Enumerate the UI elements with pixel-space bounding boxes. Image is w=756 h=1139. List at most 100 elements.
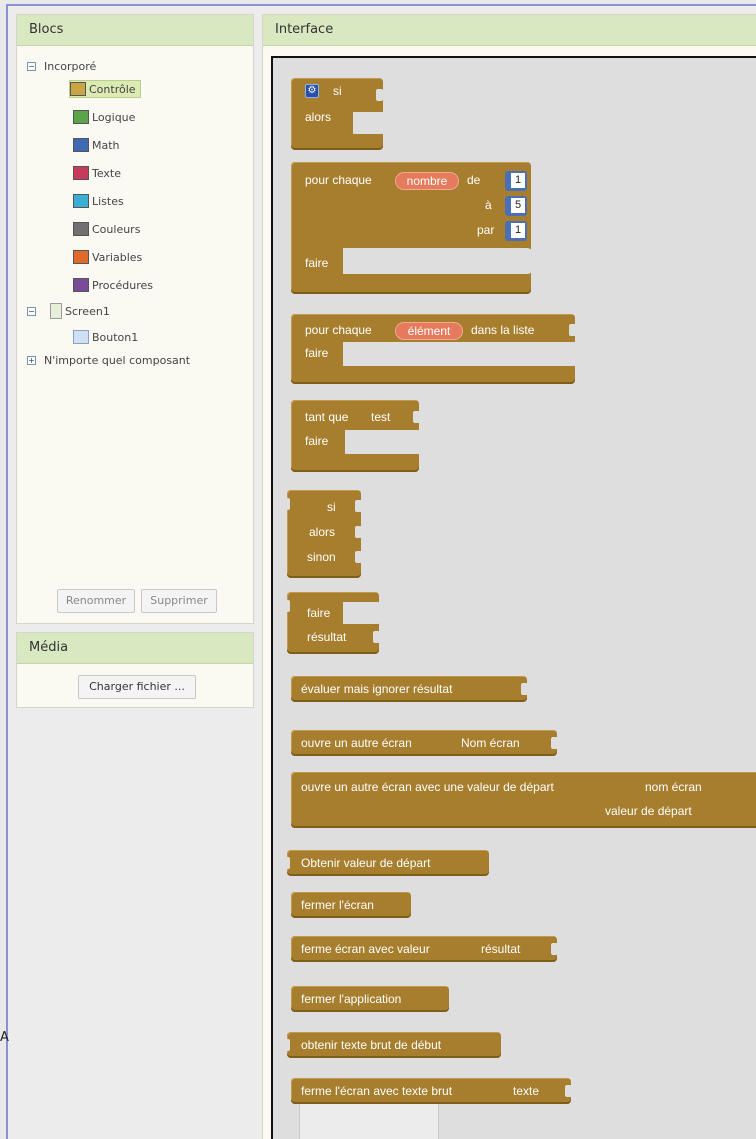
media-panel-header: Média (17, 633, 253, 664)
texte-swatch-icon (73, 166, 89, 180)
block-text: de (467, 173, 481, 187)
block-obtenir-valeur-depart[interactable]: Obtenir valeur de départ (283, 850, 489, 876)
block-si-alors[interactable]: ⚙ si alors (291, 78, 393, 150)
number-value[interactable]: 1 (511, 173, 525, 188)
block-text: alors (309, 525, 336, 539)
block-tant-que[interactable]: tant que test faire (291, 400, 425, 472)
block-text: pour chaque (305, 323, 372, 337)
block-si-sinon-expression[interactable]: si alors sinon (283, 490, 362, 578)
block-faire-resultat[interactable]: faire résultat (283, 592, 383, 654)
category-logique[interactable]: Logique (73, 108, 135, 126)
interface-header: Interface (263, 15, 756, 46)
variable-chip[interactable]: élément (395, 322, 463, 340)
collapse-icon[interactable]: − (27, 306, 36, 316)
block-text: fermer l'écran (301, 898, 374, 912)
category-couleurs[interactable]: Couleurs (73, 220, 140, 238)
button-component-label: Bouton1 (92, 330, 139, 344)
block-text: fermer l'application (301, 992, 402, 1006)
block-text: obtenir texte brut de début (301, 1038, 442, 1052)
category-label: Variables (92, 250, 143, 264)
expand-icon[interactable]: + (27, 355, 36, 365)
media-panel: Média Charger fichier ... (16, 632, 254, 708)
variable-chip[interactable]: nombre (395, 172, 459, 190)
rename-button[interactable]: Renommer (57, 589, 135, 613)
block-text: faire (305, 256, 329, 270)
number-block[interactable]: 5 (505, 196, 527, 216)
block-pour-chaque-element[interactable]: pour chaque élément dans la liste faire (291, 314, 583, 384)
category-label: Math (92, 138, 120, 152)
listes-swatch-icon (73, 194, 89, 208)
block-text: évaluer mais ignorer résultat (301, 682, 453, 696)
block-text: dans la liste (471, 323, 535, 337)
collapse-icon[interactable]: − (27, 61, 36, 71)
category-variables[interactable]: Variables (73, 248, 142, 266)
input-socket (569, 324, 576, 336)
input-socket (373, 631, 380, 643)
block-ouvre-ecran-valeur[interactable]: ouvre un autre écran avec une valeur de … (291, 772, 756, 828)
statement-slot (343, 248, 533, 274)
delete-button[interactable]: Supprimer (141, 589, 217, 613)
block-text: si (327, 500, 336, 514)
category-controle[interactable]: Contrôle (69, 80, 141, 98)
input-socket (551, 737, 558, 749)
block-text: faire (307, 606, 331, 620)
block-text: texte (513, 1084, 540, 1098)
block-fermer-application[interactable]: fermer l'application (291, 986, 449, 1012)
input-socket (551, 943, 558, 955)
tree-screen1[interactable]: − Screen1 (27, 302, 110, 320)
block-text: ouvre un autre écran (301, 736, 412, 750)
block-text: ferme écran avec valeur (301, 942, 430, 956)
category-procedures[interactable]: Procédures (73, 276, 153, 294)
controle-swatch-icon (70, 82, 86, 96)
block-text: si (333, 84, 342, 98)
blocks-panel: Blocs − Incorporé Contrôle Logique Math … (16, 14, 254, 624)
block-text: faire (305, 346, 329, 360)
mutator-gear-icon[interactable]: ⚙ (305, 84, 319, 98)
tree-any-component[interactable]: + N'importe quel composant (27, 351, 190, 369)
output-plug (283, 600, 290, 612)
block-text: résultat (481, 942, 521, 956)
block-ouvre-ecran[interactable]: ouvre un autre écran Nom écran (291, 730, 558, 756)
category-math[interactable]: Math (73, 136, 120, 154)
block-text: valeur de départ (605, 804, 692, 818)
any-component-label: N'importe quel composant (44, 353, 191, 367)
number-block[interactable]: 1 (505, 221, 527, 241)
input-socket (521, 683, 528, 695)
number-value[interactable]: 1 (511, 223, 525, 238)
category-texte[interactable]: Texte (73, 164, 121, 182)
couleurs-swatch-icon (73, 222, 89, 236)
tree-root-incorpore[interactable]: − Incorporé (27, 57, 96, 75)
tree-root-label: Incorporé (44, 59, 97, 73)
stray-letter: A (0, 1030, 9, 1045)
input-socket (376, 89, 383, 101)
category-label: Logique (92, 110, 136, 124)
variables-swatch-icon (73, 250, 89, 264)
category-label: Texte (92, 166, 122, 180)
statement-slot (343, 342, 583, 366)
button-component-icon (73, 330, 89, 344)
block-text: Nom écran (461, 736, 520, 750)
tree-bouton1[interactable]: Bouton1 (73, 328, 138, 346)
block-evaluer-ignorer[interactable]: évaluer mais ignorer résultat (291, 676, 528, 702)
block-text: faire (305, 434, 329, 448)
block-text: alors (305, 110, 332, 124)
block-fermer-ecran[interactable]: fermer l'écran (291, 892, 411, 918)
block-obtenir-texte-brut[interactable]: obtenir texte brut de début (283, 1032, 501, 1058)
block-ferme-ecran-valeur[interactable]: ferme écran avec valeur résultat (291, 936, 558, 962)
screen-label: Screen1 (65, 304, 110, 318)
procedures-swatch-icon (73, 278, 89, 292)
upload-file-button[interactable]: Charger fichier ... (78, 675, 196, 699)
block-pour-chaque-nombre[interactable]: pour chaque nombre de 1 à 5 par 1 faire (291, 162, 533, 294)
category-label: Contrôle (89, 82, 136, 96)
number-value[interactable]: 5 (511, 198, 525, 213)
block-text: pour chaque (305, 173, 372, 187)
block-text: résultat (307, 630, 347, 644)
blocks-workspace[interactable]: ⚙ si alors pour chaque nombre de 1 à 5 p… (271, 56, 756, 1139)
statement-slot (343, 602, 383, 624)
number-block[interactable]: 1 (505, 171, 527, 191)
input-socket (355, 551, 362, 563)
statement-slot (345, 430, 425, 454)
category-listes[interactable]: Listes (73, 192, 124, 210)
block-ferme-ecran-texte-brut[interactable]: ferme l'écran avec texte brut texte (291, 1078, 572, 1104)
logique-swatch-icon (73, 110, 89, 124)
